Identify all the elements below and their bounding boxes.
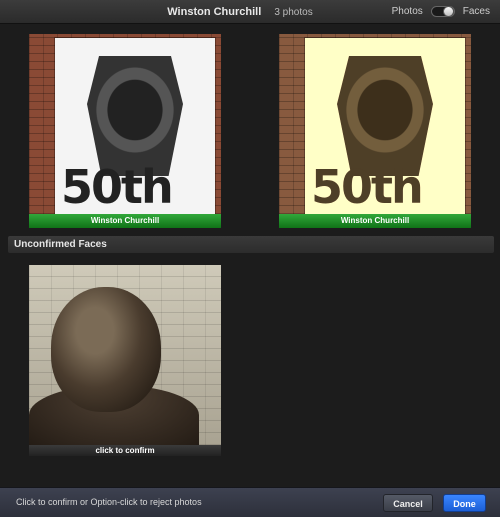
- toggle-knob[interactable]: [442, 6, 454, 17]
- view-faces-label[interactable]: Faces: [463, 6, 490, 17]
- face-name-caption[interactable]: Winston Churchill: [29, 214, 221, 228]
- cancel-button[interactable]: Cancel: [383, 494, 433, 512]
- done-button[interactable]: Done: [443, 494, 486, 512]
- statue-head: [51, 287, 161, 412]
- album-title: Winston Churchill: [167, 6, 262, 18]
- view-photos-label[interactable]: Photos: [392, 6, 423, 17]
- top-toolbar: Winston Churchill 3 photos Photos Faces: [0, 0, 500, 24]
- banner-image: 50th: [55, 38, 215, 214]
- bottom-toolbar: Click to confirm or Option-click to reje…: [0, 487, 500, 517]
- confirmed-face-tile[interactable]: 50th Winston Churchill: [279, 34, 471, 228]
- banner-text: 50th: [61, 160, 174, 214]
- face-photo[interactable]: 50th: [29, 34, 221, 214]
- view-switch: Photos Faces: [392, 6, 490, 17]
- unconfirmed-faces-header: Unconfirmed Faces: [8, 236, 494, 253]
- banner-image: 50th: [305, 38, 465, 214]
- click-to-confirm-caption[interactable]: click to confirm: [29, 445, 221, 456]
- photo-count: 3 photos: [274, 7, 313, 18]
- portrait-graphic: [87, 56, 183, 176]
- face-photo[interactable]: 50th: [279, 34, 471, 214]
- toggle-switch-icon[interactable]: [430, 6, 455, 17]
- confirmed-face-tile[interactable]: 50th Winston Churchill: [29, 34, 221, 228]
- banner-text: 50th: [311, 160, 424, 214]
- unconfirmed-face-tile[interactable]: click to confirm: [29, 265, 221, 456]
- face-photo[interactable]: [29, 265, 221, 445]
- portrait-graphic: [337, 56, 433, 176]
- face-name-caption[interactable]: Winston Churchill: [279, 214, 471, 228]
- instruction-text: Click to confirm or Option-click to reje…: [16, 497, 202, 507]
